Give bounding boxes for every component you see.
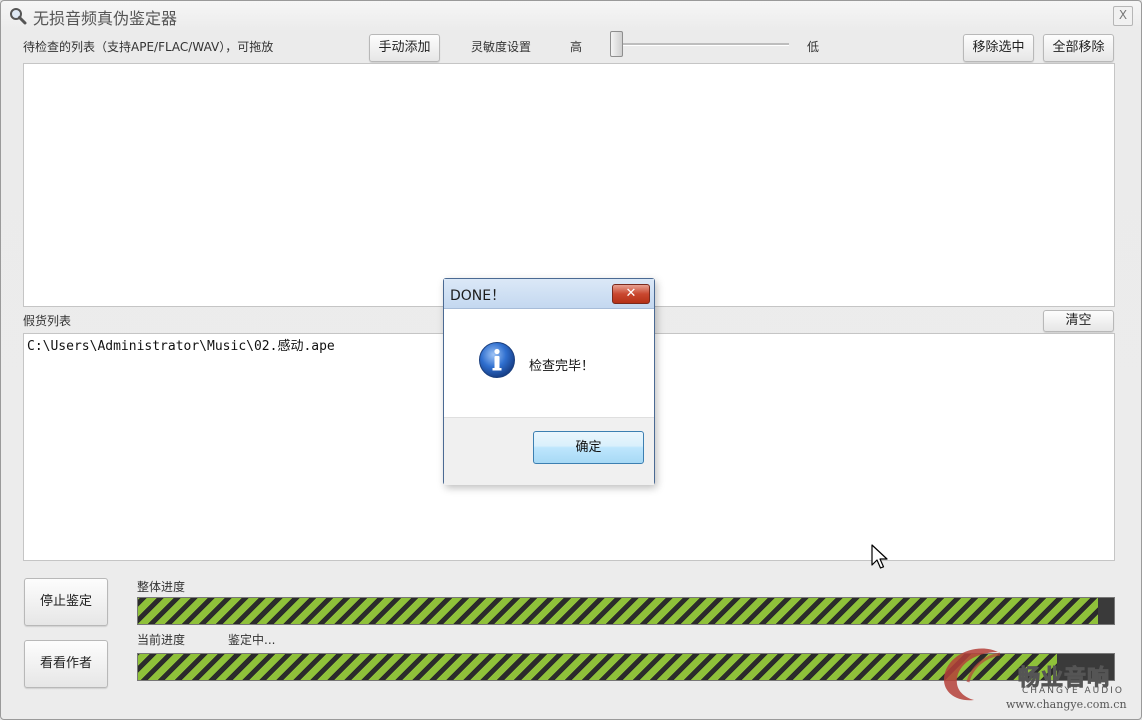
mouse-cursor-icon: [871, 544, 888, 569]
stop-identify-button[interactable]: 停止鉴定: [24, 578, 108, 626]
watermark-en: CHANGYE AUDIO: [1022, 686, 1124, 696]
fake-list-label: 假货列表: [23, 314, 72, 328]
sensitivity-high-label: 高: [570, 40, 583, 54]
check-list-label: 待检查的列表（支持APE/FLAC/WAV），可拖放: [23, 40, 274, 54]
done-dialog: DONE！ ✕ 检查完毕！ 确定: [443, 278, 655, 485]
dialog-close-button[interactable]: ✕: [612, 284, 650, 304]
current-status-text: 鉴定中...: [228, 633, 276, 647]
remove-selected-button[interactable]: 移除选中: [963, 34, 1034, 62]
sensitivity-slider-track[interactable]: [621, 43, 789, 46]
sensitivity-low-label: 低: [807, 40, 820, 54]
overall-progress-label: 整体进度: [137, 580, 186, 594]
overall-progress-bar: [137, 597, 1115, 625]
info-icon: [479, 342, 515, 378]
dialog-title: DONE！: [450, 288, 506, 304]
window-title: 无损音频真伪鉴定器: [33, 9, 178, 28]
magnifier-icon: [10, 8, 27, 25]
title-bar[interactable]: 无损音频真伪鉴定器 X: [1, 1, 1141, 29]
dialog-ok-button[interactable]: 确定: [533, 431, 644, 464]
view-author-button[interactable]: 看看作者: [24, 640, 108, 688]
dialog-message: 检查完毕！: [529, 359, 595, 374]
changye-logo-icon: [943, 648, 1001, 701]
sensitivity-slider-thumb[interactable]: [610, 31, 623, 57]
clear-button[interactable]: 清空: [1043, 310, 1114, 332]
sensitivity-label: 灵敏度设置: [471, 40, 532, 54]
watermark-url: www.changye.com.cn: [1006, 698, 1127, 711]
overall-progress-fill: [138, 598, 1099, 624]
check-list[interactable]: [23, 63, 1115, 307]
current-progress-label: 当前进度: [137, 633, 186, 647]
dialog-title-bar[interactable]: DONE！ ✕: [444, 279, 654, 309]
manual-add-button[interactable]: 手动添加: [369, 34, 440, 62]
remove-all-button[interactable]: 全部移除: [1043, 34, 1114, 62]
watermark-logo: 畅业音响 CHANGYE AUDIO www.changye.com.cn: [936, 640, 1136, 718]
list-item[interactable]: C:\Users\Administrator\Music\02.感动.ape: [27, 335, 335, 354]
window-close-button[interactable]: X: [1113, 6, 1133, 26]
current-progress-fill: [138, 654, 1058, 680]
